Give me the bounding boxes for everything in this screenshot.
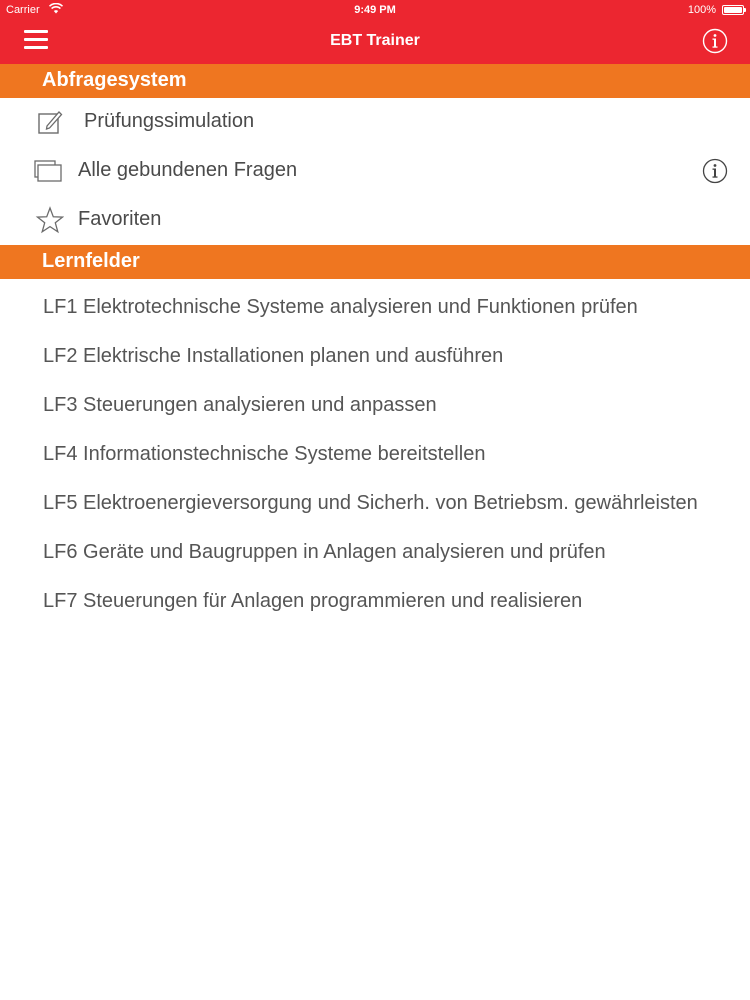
lernfeld-item-lf2[interactable]: LF2 Elektrische Installationen planen un… [0,333,750,381]
app-screen: Carrier 9:49 PM 100% EBT Trainer Abfrage… [0,0,750,1000]
lernfeld-item-lf5[interactable]: LF5 Elektroenergieversorgung und Sicherh… [0,480,750,528]
lernfeld-label: LF2 Elektrische Installationen planen un… [43,345,504,367]
lernfeld-label: LF6 Geräte und Baugruppen in Anlagen ana… [43,541,606,563]
lernfeld-item-lf1[interactable]: LF1 Elektrotechnische Systeme analysiere… [0,284,750,332]
battery-percentage: 100% [687,4,716,16]
lernfeld-label: LF3 Steuerungen analysieren und anpassen [43,394,437,416]
nav-title: EBT Trainer [330,32,420,49]
edit-icon [34,108,64,136]
status-time: 9:49 PM [354,4,396,16]
menu-item-label: Prüfungssimulation [84,110,255,132]
lernfeld-label: LF1 Elektrotechnische Systeme analysiere… [43,296,638,318]
navigation-bar: EBT Trainer [0,20,750,64]
info-icon[interactable] [702,158,728,184]
menu-item-pruefungssimulation[interactable]: Prüfungssimulation [0,98,750,146]
menu-item-alle-gebundenen-fragen[interactable]: Alle gebundenen Fragen [0,147,750,195]
star-icon [34,206,65,234]
section-header-lernfelder: Lernfelder [0,245,750,279]
lernfeld-label: LF4 Informationstechnische Systeme berei… [43,443,486,465]
menu-item-favoriten[interactable]: Favoriten [0,196,750,244]
lernfeld-item-lf7[interactable]: LF7 Steuerungen für Anlagen programmiere… [0,578,750,626]
stacked-windows-icon [34,157,64,185]
battery-fill [724,7,742,13]
battery-icon [722,5,746,15]
lernfeld-label: LF5 Elektroenergieversorgung und Sicherh… [43,492,698,514]
section-header-abfragesystem: Abfragesystem [0,64,750,98]
status-bar: Carrier 9:49 PM 100% [0,0,750,20]
lernfeld-item-lf3[interactable]: LF3 Steuerungen analysieren und anpassen [0,382,750,430]
menu-item-label: Alle gebundenen Fragen [78,159,298,181]
top-bar: Carrier 9:49 PM 100% EBT Trainer [0,0,750,64]
lernfeld-item-lf6[interactable]: LF6 Geräte und Baugruppen in Anlagen ana… [0,529,750,577]
info-icon[interactable] [702,28,728,54]
menu-item-label: Favoriten [78,208,162,230]
lernfeld-label: LF7 Steuerungen für Anlagen programmiere… [43,590,583,612]
lernfeld-item-lf4[interactable]: LF4 Informationstechnische Systeme berei… [0,431,750,479]
